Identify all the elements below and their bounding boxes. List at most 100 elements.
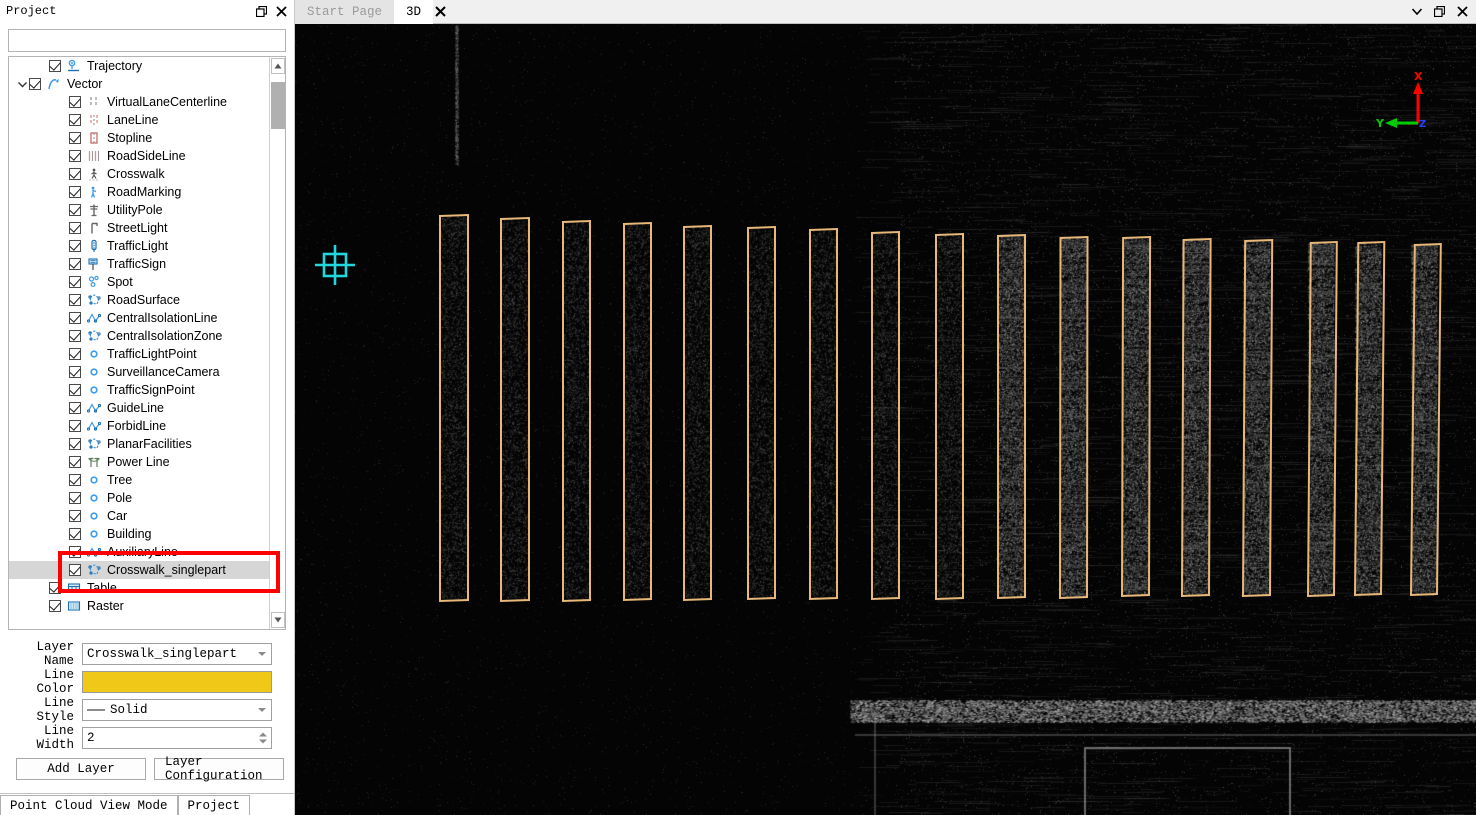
close-icon[interactable] xyxy=(435,0,446,23)
crosswalk-stripe-polygon[interactable] xyxy=(1058,235,1089,600)
layer-visibility-checkbox[interactable] xyxy=(69,330,81,342)
tree-item-tree[interactable]: Tree xyxy=(9,471,270,489)
layer-visibility-checkbox[interactable] xyxy=(49,582,61,594)
crosswalk-stripe-polygon[interactable] xyxy=(935,232,964,601)
tree-item-auxiliaryline[interactable]: AuxiliaryLine xyxy=(9,543,270,561)
layer-visibility-checkbox[interactable] xyxy=(69,528,81,540)
tree-item-centralisolationline[interactable]: CentralIsolationLine xyxy=(9,309,270,327)
layer-visibility-checkbox[interactable] xyxy=(69,474,81,486)
crosswalk-stripe-polygon[interactable] xyxy=(683,224,712,602)
tree-item-roadmarking[interactable]: RoadMarking xyxy=(9,183,270,201)
crosswalk-stripe-polygon[interactable] xyxy=(439,213,469,603)
layer-visibility-checkbox[interactable] xyxy=(69,150,81,162)
tree-item-roadsideline[interactable]: RoadSideLine xyxy=(9,147,270,165)
layer-visibility-checkbox[interactable] xyxy=(69,348,81,360)
layer-visibility-checkbox[interactable] xyxy=(29,78,41,90)
crosswalk-stripe-polygon[interactable] xyxy=(747,225,776,601)
layer-visibility-checkbox[interactable] xyxy=(69,420,81,432)
tree-item-car[interactable]: Car xyxy=(9,507,270,525)
bottom-tab-point-cloud-view-mode[interactable]: Point Cloud View Mode xyxy=(0,795,178,815)
layer-visibility-checkbox[interactable] xyxy=(69,510,81,522)
tree-item-vector[interactable]: Vector xyxy=(9,75,270,93)
tab-start-page[interactable]: Start Page xyxy=(295,0,395,24)
layer-visibility-checkbox[interactable] xyxy=(69,294,81,306)
tree-item-virtuallanecenterline[interactable]: VirtualLaneCenterline xyxy=(9,93,270,111)
tree-item-raster[interactable]: Raster xyxy=(9,597,270,615)
tree-item-building[interactable]: Building xyxy=(9,525,270,543)
tree-item-utilitypole[interactable]: UtilityPole xyxy=(9,201,270,219)
tree-item-stopline[interactable]: Stopline xyxy=(9,129,270,147)
tree-item-surveillancecamera[interactable]: SurveillanceCamera xyxy=(9,363,270,381)
tree-item-planarfacilities[interactable]: PlanarFacilities xyxy=(9,435,270,453)
layer-visibility-checkbox[interactable] xyxy=(69,168,81,180)
crosswalk-stripe-polygon[interactable] xyxy=(1306,240,1338,598)
crosswalk-stripe-polygon[interactable] xyxy=(1120,235,1152,598)
point-cloud-3d-viewport[interactable]: X Y Z xyxy=(295,24,1476,815)
layer-visibility-checkbox[interactable] xyxy=(69,402,81,414)
chevron-down-icon[interactable] xyxy=(258,652,266,656)
tree-item-trafficlight[interactable]: TrafficLight xyxy=(9,237,270,255)
tab-3d[interactable]: 3D xyxy=(394,0,434,24)
tree-scrollbar[interactable] xyxy=(269,57,285,629)
layer-visibility-checkbox[interactable] xyxy=(69,96,81,108)
layer-visibility-checkbox[interactable] xyxy=(69,222,81,234)
scroll-up-icon[interactable] xyxy=(271,58,285,74)
layer-visibility-checkbox[interactable] xyxy=(69,546,81,558)
layer-visibility-checkbox[interactable] xyxy=(69,564,81,576)
layer-visibility-checkbox[interactable] xyxy=(69,204,81,216)
crosswalk-stripe-polygon[interactable] xyxy=(809,227,838,601)
layer-visibility-checkbox[interactable] xyxy=(69,258,81,270)
layer-visibility-checkbox[interactable] xyxy=(69,186,81,198)
bottom-tab-project[interactable]: Project xyxy=(177,795,251,815)
layer-visibility-checkbox[interactable] xyxy=(69,132,81,144)
crosswalk-stripe-polygon[interactable] xyxy=(1353,240,1386,597)
layer-visibility-checkbox[interactable] xyxy=(49,600,61,612)
tree-item-trafficlightpoint[interactable]: TrafficLightPoint xyxy=(9,345,270,363)
crosswalk-stripe-polygon[interactable] xyxy=(1180,237,1212,598)
layer-visibility-checkbox[interactable] xyxy=(69,384,81,396)
close-icon[interactable] xyxy=(274,4,289,19)
crosswalk-stripe-polygon[interactable] xyxy=(562,219,591,603)
tree-item-pole[interactable]: Pole xyxy=(9,489,270,507)
tree-item-forbidline[interactable]: ForbidLine xyxy=(9,417,270,435)
tree-item-roadsurface[interactable]: RoadSurface xyxy=(9,291,270,309)
add-layer-button[interactable]: Add Layer xyxy=(16,758,146,780)
layer-visibility-checkbox[interactable] xyxy=(69,366,81,378)
crosshair-target-icon[interactable] xyxy=(312,242,358,288)
layer-name-combobox[interactable]: Crosswalk_singlepart xyxy=(82,643,272,665)
crosswalk-stripe-polygon[interactable] xyxy=(1241,238,1274,598)
tree-item-crosswalk[interactable]: Crosswalk xyxy=(9,165,270,183)
layer-visibility-checkbox[interactable] xyxy=(69,114,81,126)
layer-visibility-checkbox[interactable] xyxy=(69,240,81,252)
chevron-down-icon[interactable] xyxy=(15,75,29,93)
tree-item-power-line[interactable]: Power Line xyxy=(9,453,270,471)
tree-item-guideline[interactable]: GuideLine xyxy=(9,399,270,417)
tree-item-laneline[interactable]: LaneLine xyxy=(9,111,270,129)
restore-icon[interactable] xyxy=(254,4,269,19)
layer-visibility-checkbox[interactable] xyxy=(69,438,81,450)
line-width-spinner[interactable]: 2 xyxy=(82,727,272,749)
crosswalk-stripe-polygon[interactable] xyxy=(623,221,652,602)
search-input[interactable] xyxy=(8,29,286,52)
line-style-combobox[interactable]: Solid xyxy=(82,699,272,721)
close-icon[interactable] xyxy=(1457,6,1468,17)
spinner-arrows-icon[interactable] xyxy=(259,732,267,744)
crosswalk-stripe-polygon[interactable] xyxy=(500,216,530,603)
tree-item-spot[interactable]: Spot xyxy=(9,273,270,291)
line-color-swatch[interactable] xyxy=(82,671,272,693)
layer-visibility-checkbox[interactable] xyxy=(49,60,61,72)
layer-configuration-button[interactable]: Layer Configuration xyxy=(154,755,284,783)
scroll-down-icon[interactable] xyxy=(271,612,285,628)
chevron-down-icon[interactable] xyxy=(258,708,266,712)
tree-item-crosswalk-singlepart[interactable]: Crosswalk_singlepart xyxy=(9,561,270,579)
restore-icon[interactable] xyxy=(1434,6,1445,17)
chevron-down-icon[interactable] xyxy=(1412,8,1422,15)
tree-item-centralisolationzone[interactable]: CentralIsolationZone xyxy=(9,327,270,345)
tree-item-streetlight[interactable]: StreetLight xyxy=(9,219,270,237)
crosswalk-stripe-polygon[interactable] xyxy=(997,233,1026,600)
layer-visibility-checkbox[interactable] xyxy=(69,492,81,504)
crosswalk-stripe-polygon[interactable] xyxy=(1409,242,1442,597)
layer-visibility-checkbox[interactable] xyxy=(69,312,81,324)
scrollbar-thumb[interactable] xyxy=(271,82,285,129)
layer-visibility-checkbox[interactable] xyxy=(69,456,81,468)
